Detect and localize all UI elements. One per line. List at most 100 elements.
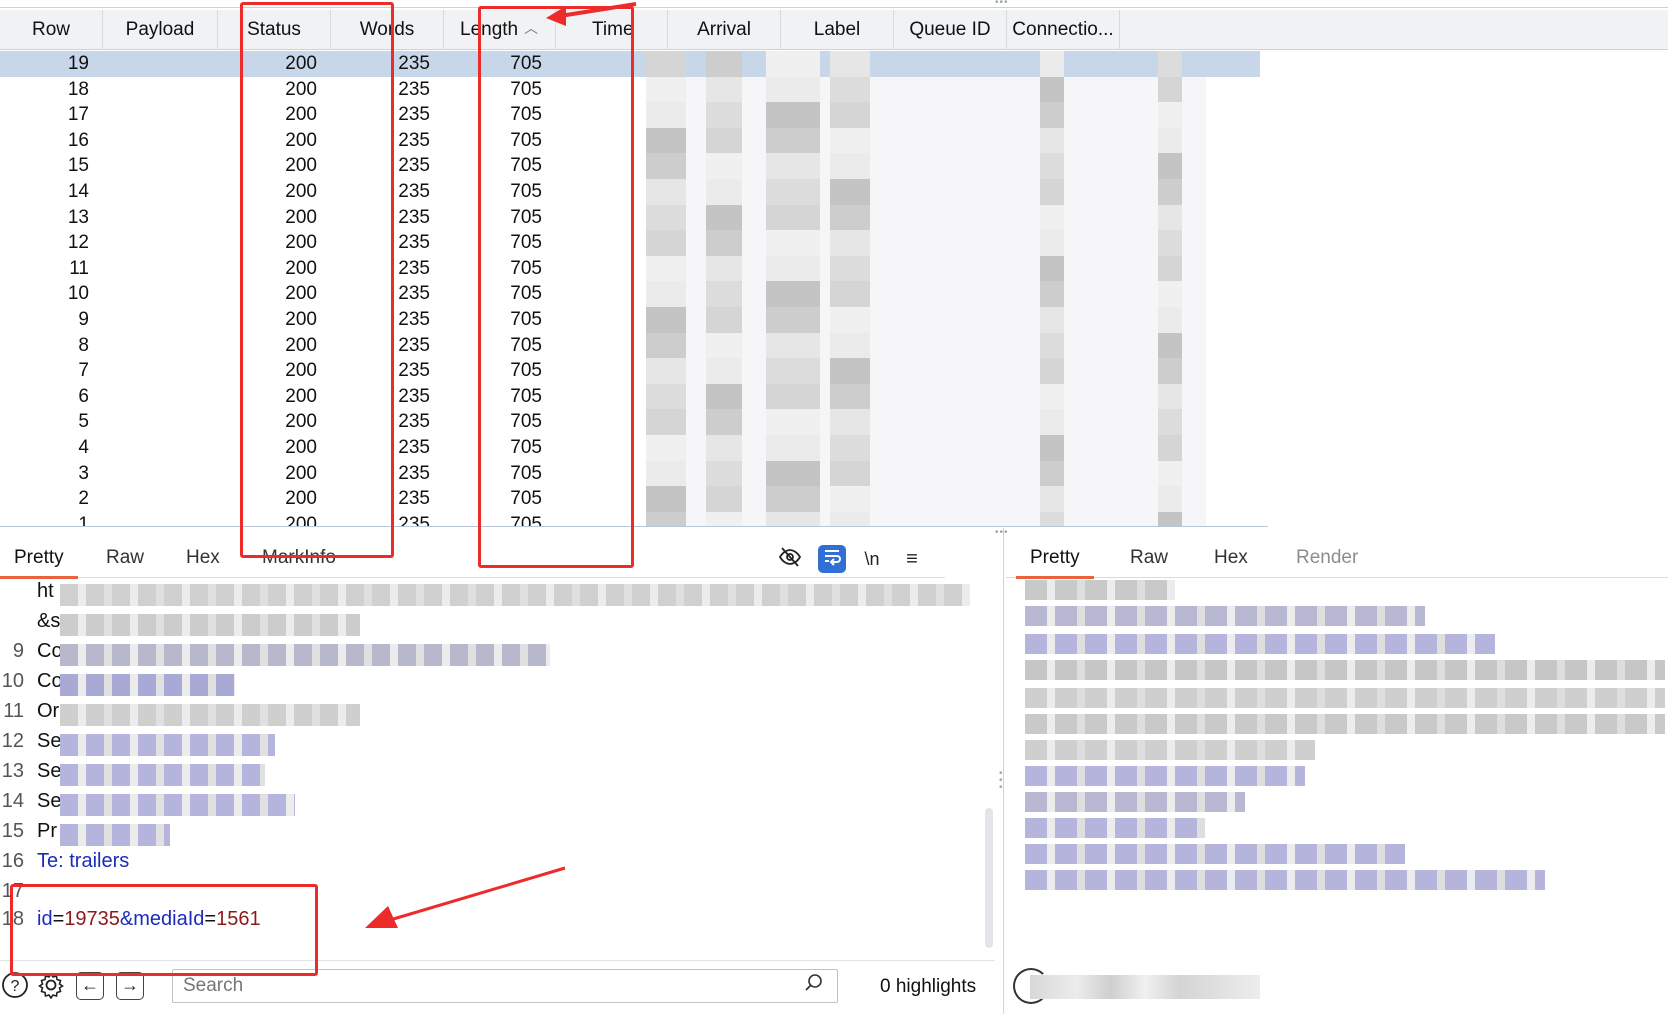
cell-length: 705	[510, 488, 542, 510]
redacted-text	[60, 644, 550, 666]
table-row[interactable]: 15 200 235 705	[0, 153, 1668, 179]
redacted-cell	[766, 102, 820, 128]
redacted-text	[60, 764, 265, 786]
table-row[interactable]: 5 200 235 705	[0, 409, 1668, 435]
redacted-cell	[766, 511, 820, 526]
redacted-cell	[830, 76, 870, 103]
column-header-time[interactable]: Time	[556, 10, 668, 50]
redacted-cell	[706, 281, 742, 307]
redacted-cell	[1158, 153, 1182, 179]
redacted-cell	[1040, 230, 1064, 256]
redacted-cell	[1158, 358, 1182, 384]
newline-icon[interactable]: \n	[858, 545, 886, 573]
table-row[interactable]: 16 200 235 705	[0, 127, 1668, 154]
tab-response-raw[interactable]: Raw	[1130, 538, 1168, 578]
redacted-cell	[1040, 127, 1064, 154]
table-row[interactable]: 10 200 235 705	[0, 281, 1668, 307]
column-header-length[interactable]: Length ︿	[444, 10, 556, 50]
table-row[interactable]: 14 200 235 705	[0, 179, 1668, 205]
pane-divider[interactable]	[1003, 528, 1004, 1014]
tab-raw[interactable]: Raw	[106, 538, 144, 578]
table-row[interactable]: 1 200 235 705	[0, 511, 1668, 526]
redacted-cell	[1040, 76, 1064, 103]
table-row[interactable]: 4 200 235 705	[0, 435, 1668, 461]
param-value-id: 19735	[64, 908, 120, 930]
redacted-cell	[646, 511, 686, 526]
tab-response-pretty[interactable]: Pretty	[1016, 538, 1094, 579]
tab-response-hex[interactable]: Hex	[1214, 538, 1248, 578]
table-row[interactable]: 9 200 235 705	[0, 307, 1668, 333]
cell-length: 705	[510, 155, 542, 177]
column-header-queue-id[interactable]: Queue ID	[894, 10, 1007, 50]
tab-markinfo[interactable]: MarkInfo	[262, 538, 336, 578]
table-row[interactable]: 11 200 235 705	[0, 255, 1668, 282]
redacted-cell	[830, 127, 870, 154]
redacted-cell	[1158, 383, 1182, 410]
redacted-cell	[766, 358, 820, 384]
redacted-cell	[1158, 460, 1182, 487]
column-header-payload[interactable]: Payload	[103, 10, 218, 50]
table-row[interactable]: 18 200 235 705	[0, 76, 1668, 103]
redacted-text	[60, 614, 360, 636]
search-icon	[804, 973, 824, 999]
table-row[interactable]: 8 200 235 705	[0, 332, 1668, 359]
menu-icon[interactable]: ≡	[898, 545, 926, 573]
redacted-cell	[1158, 127, 1182, 154]
redacted-cell	[1158, 76, 1182, 103]
request-editor-scrollbar[interactable]	[985, 808, 993, 948]
redacted-response-text	[1025, 818, 1205, 838]
table-row[interactable]: 3 200 235 705	[0, 460, 1668, 487]
response-viewer[interactable]	[1005, 580, 1668, 960]
redacted-response-text	[1025, 688, 1665, 708]
table-bottom-border	[0, 526, 1268, 527]
column-header-label[interactable]: Label	[781, 10, 894, 50]
redacted-cell	[646, 179, 686, 205]
cell-length: 705	[510, 104, 542, 126]
redacted-cell	[1040, 486, 1064, 512]
help-icon[interactable]: ?	[0, 971, 30, 1001]
table-row[interactable]: 13 200 235 705	[0, 204, 1668, 231]
redacted-cell	[766, 127, 820, 154]
wrap-icon[interactable]	[818, 545, 846, 573]
code-line: Co	[37, 670, 63, 692]
redacted-cell	[1040, 204, 1064, 231]
gear-icon[interactable]	[36, 971, 66, 1001]
column-header-row[interactable]: Row	[0, 10, 103, 50]
search-input[interactable]	[172, 969, 838, 1003]
vertical-split-grip[interactable]: • • •	[999, 769, 1003, 793]
redacted-response-text	[1025, 844, 1405, 864]
request-editor[interactable]: 9 10 11 12 13 14 15 16 17 18 ht &s Co Co…	[0, 580, 995, 952]
table-row[interactable]: 19 200 235 705	[0, 51, 1668, 77]
response-tab-bar: Pretty Raw Hex Render	[1006, 538, 1668, 579]
code-line-te-trailers: Te: trailers	[37, 850, 130, 872]
param-equals: =	[52, 908, 65, 930]
tab-hex[interactable]: Hex	[186, 538, 220, 578]
redacted-cell	[646, 230, 686, 256]
redacted-cell	[830, 51, 870, 77]
eye-off-icon[interactable]	[776, 545, 804, 573]
redacted-cell	[1040, 460, 1064, 487]
redacted-cell	[830, 153, 870, 179]
next-arrow-icon[interactable]: →	[116, 972, 144, 1000]
column-header-connection[interactable]: Connectio...	[1007, 10, 1120, 50]
cell-length: 705	[510, 129, 542, 151]
previous-arrow-icon[interactable]: ←	[76, 972, 104, 1000]
cell-length: 705	[510, 309, 542, 330]
table-row[interactable]: 2 200 235 705	[0, 486, 1668, 512]
line-number: 11	[3, 700, 24, 722]
table-row[interactable]: 12 200 235 705	[0, 230, 1668, 256]
horizontal-split-grip[interactable]: •••	[995, 527, 1009, 538]
column-header-words[interactable]: Words	[331, 10, 444, 50]
redacted-cell	[1040, 332, 1064, 359]
column-header-arrival[interactable]: Arrival	[668, 10, 781, 50]
redacted-cell	[766, 409, 820, 435]
table-row[interactable]: 17 200 235 705	[0, 102, 1668, 128]
code-line: ht	[37, 580, 54, 602]
redacted-cell	[766, 51, 820, 77]
redacted-cell	[1158, 51, 1182, 77]
column-header-status[interactable]: Status	[218, 10, 331, 50]
redacted-cell	[646, 255, 686, 282]
table-row[interactable]: 6 200 235 705	[0, 383, 1668, 410]
table-row[interactable]: 7 200 235 705	[0, 358, 1668, 384]
tab-pretty[interactable]: Pretty	[0, 538, 78, 579]
